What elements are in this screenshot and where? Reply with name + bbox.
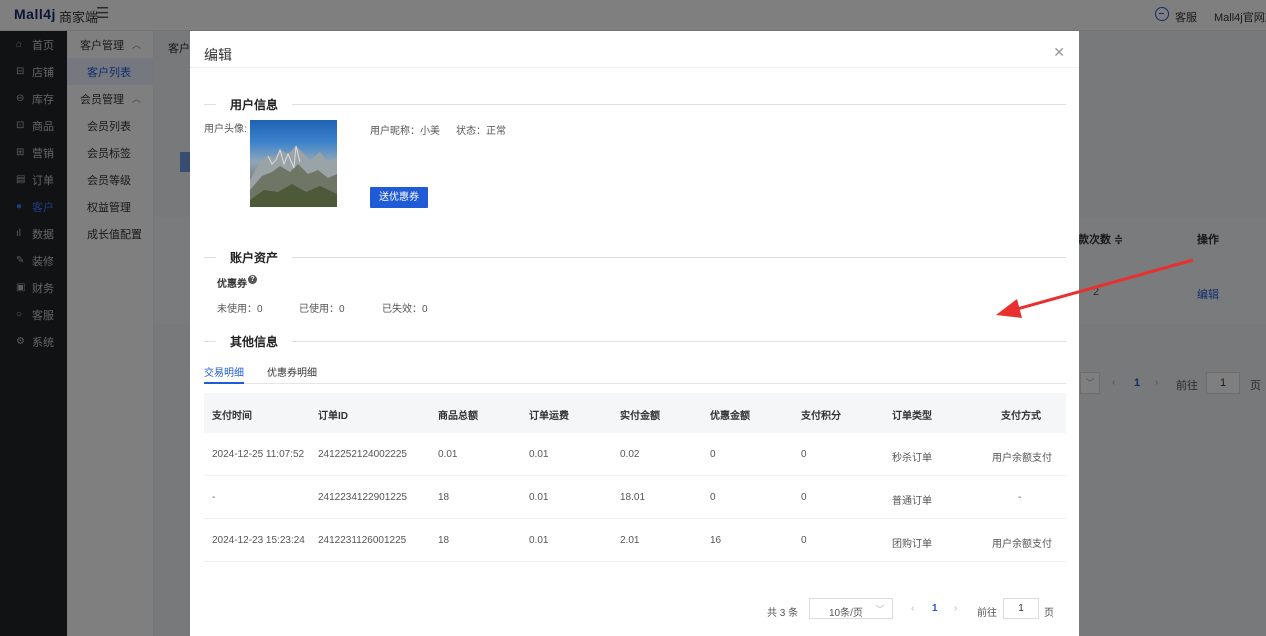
close-icon[interactable]: ✕	[1053, 44, 1065, 61]
goods-total-cell: 0.01	[438, 449, 458, 460]
divider	[204, 340, 216, 342]
chevron-down-icon: ﹀	[876, 605, 884, 614]
order-id-cell: 2412234122901225	[318, 492, 407, 503]
goto-suffix: 页	[1044, 608, 1054, 619]
status-text: 状态：正常	[456, 126, 506, 137]
section-other-info: 其他信息	[204, 334, 1066, 349]
pay-method-cell: -	[1018, 492, 1022, 503]
coupon-title: 优惠券	[217, 279, 247, 290]
points-cell: 0	[801, 535, 807, 546]
divider	[292, 103, 1066, 105]
goto-label: 前往	[977, 608, 997, 619]
discount-cell: 0	[710, 492, 716, 503]
avatar-label: 用户头像:	[204, 124, 247, 135]
freight-cell: 0.01	[529, 449, 549, 460]
tab-coupons[interactable]: 优惠券明细	[267, 364, 317, 384]
discount-cell: 16	[710, 535, 722, 546]
order-type-cell: 普通订单	[892, 496, 932, 507]
points-cell: 0	[801, 449, 807, 460]
goods-total-cell: 18	[438, 535, 450, 546]
order-id-cell: 2412231126001225	[318, 535, 407, 546]
page-size-value: 10条/页	[829, 608, 863, 619]
nickname-text: 用户昵称：小美	[370, 126, 440, 137]
detail-tabs: 交易明细 优惠券明细	[204, 364, 1066, 384]
pay-time-cell: 2024-12-25 11:07:52	[212, 449, 305, 460]
section-account-assets: 账户资产	[204, 250, 1066, 265]
column-header: 订单类型	[892, 411, 932, 422]
pay-time-cell: -	[212, 492, 216, 503]
divider	[204, 256, 216, 258]
column-header: 支付方式	[1001, 411, 1041, 422]
divider	[204, 103, 216, 105]
send-coupon-button[interactable]: 送优惠券	[370, 187, 428, 208]
goods-total-cell: 18	[438, 492, 450, 503]
order-id-cell: 2412252124002225	[318, 449, 407, 460]
goto-page-input[interactable]: 1	[1003, 598, 1039, 619]
section-user-info: 用户信息	[204, 97, 1066, 112]
section-title: 用户信息	[230, 97, 279, 112]
points-cell: 0	[801, 492, 807, 503]
column-header: 商品总额	[438, 411, 478, 422]
avatar-mountain-image	[250, 145, 337, 207]
table-row: 2024-12-25 11:07:52 2412252124002225 0.0…	[204, 433, 1066, 476]
divider	[292, 340, 1066, 342]
tab-transactions[interactable]: 交易明细	[204, 364, 244, 384]
column-header: 订单ID	[318, 411, 348, 422]
freight-cell: 0.01	[529, 492, 549, 503]
table-row: - 2412234122901225 18 0.01 18.01 0 0 普通订…	[204, 476, 1066, 519]
pay-time-cell: 2024-12-23 15:23:24	[212, 535, 305, 546]
section-title: 其他信息	[230, 334, 279, 349]
column-header: 优惠金额	[710, 411, 750, 422]
divider	[190, 67, 1079, 68]
prev-page-icon[interactable]: ‹	[911, 603, 914, 614]
order-type-cell: 团购订单	[892, 539, 932, 550]
paid-amount-cell: 18.01	[620, 492, 646, 503]
table-header: 支付时间 订单ID 商品总额 订单运费 实付金额 优惠金额 支付积分 订单类型 …	[204, 393, 1066, 433]
transactions-table: 支付时间 订单ID 商品总额 订单运费 实付金额 优惠金额 支付积分 订单类型 …	[204, 393, 1066, 562]
avatar	[250, 120, 337, 207]
page-size-select[interactable]: 10条/页 ﹀	[809, 598, 893, 619]
column-header: 支付积分	[801, 411, 841, 422]
expired-coupons: 已失效：0	[382, 304, 428, 315]
order-type-cell: 秒杀订单	[892, 453, 932, 464]
edit-customer-dialog: 编辑 ✕ 用户信息 用户头像: 用户昵称：小美 状态：正常 送优惠券 账户资产 …	[190, 31, 1079, 636]
pay-method-cell: 用户余额支付	[992, 539, 1052, 550]
column-header: 实付金额	[620, 411, 660, 422]
section-title: 账户资产	[230, 250, 279, 265]
table-row: 2024-12-23 15:23:24 2412231126001225 18 …	[204, 519, 1066, 562]
column-header: 支付时间	[212, 411, 252, 422]
freight-cell: 0.01	[529, 535, 549, 546]
divider	[292, 256, 1066, 258]
paid-amount-cell: 0.02	[620, 449, 640, 460]
used-coupons: 已使用：0	[299, 304, 345, 315]
pager-total: 共 3 条	[767, 608, 799, 619]
unused-coupons: 未使用：0	[217, 304, 263, 315]
dialog-title: 编辑	[204, 47, 232, 63]
next-page-icon[interactable]: ›	[954, 603, 957, 614]
paid-amount-cell: 2.01	[620, 535, 640, 546]
page-number[interactable]: 1	[932, 603, 938, 614]
pay-method-cell: 用户余额支付	[992, 453, 1052, 464]
column-header: 订单运费	[529, 411, 569, 422]
help-icon[interactable]: ?	[248, 275, 257, 284]
discount-cell: 0	[710, 449, 716, 460]
